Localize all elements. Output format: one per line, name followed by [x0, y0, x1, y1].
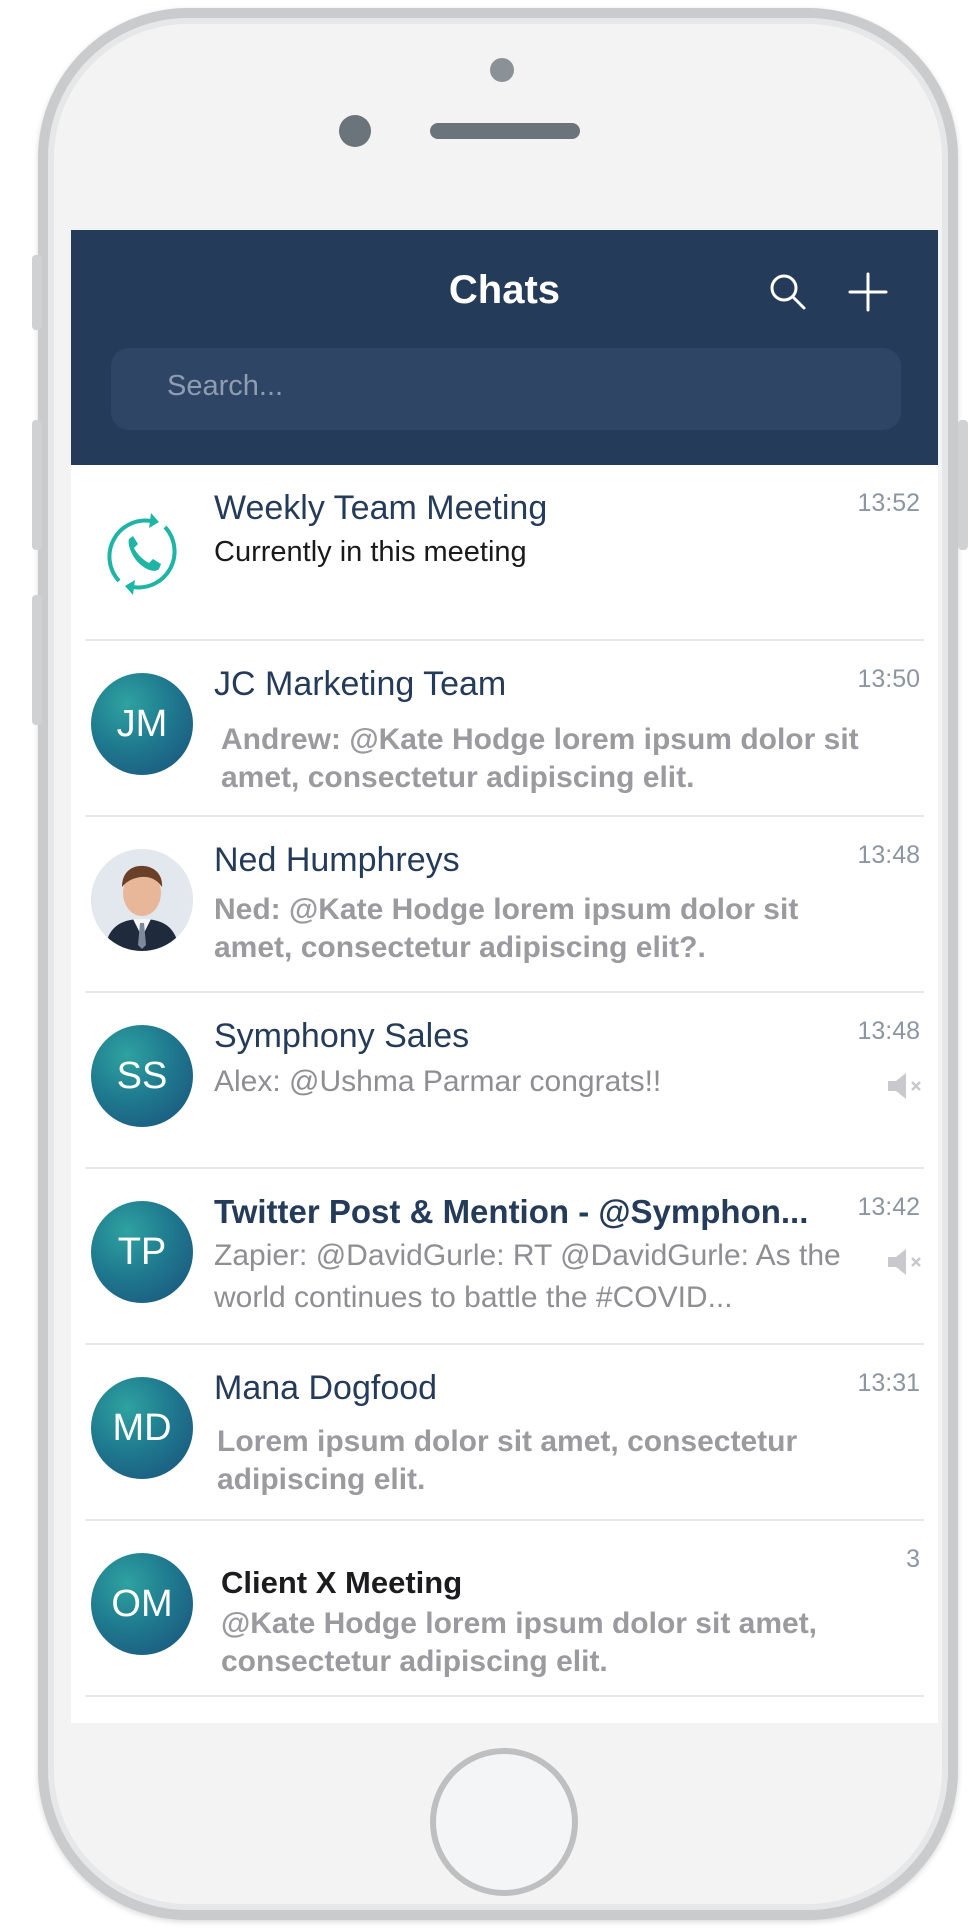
muted-speaker-icon [888, 1249, 921, 1275]
earpiece-speaker [430, 123, 580, 139]
chat-row-symphony-sales[interactable]: SS Symphony Sales 13:48 Alex: @Ushma Par… [71, 993, 938, 1169]
home-button[interactable] [430, 1748, 578, 1896]
chat-row-jc-marketing-team[interactable]: JM JC Marketing Team 13:50 Andrew: @Kate… [71, 641, 938, 817]
chat-row-weekly-team-meeting[interactable]: Weekly Team Meeting 13:52 Currently in t… [71, 465, 938, 641]
chat-time: 3 [906, 1545, 920, 1573]
search-input[interactable]: Search... [111, 348, 901, 430]
chat-name: Ned Humphreys [214, 841, 460, 879]
chat-preview: Ned: @Kate Hodge lorem ipsum dolor sit a… [214, 893, 799, 964]
avatar: OM [91, 1553, 193, 1655]
chat-name: Weekly Team Meeting [214, 489, 548, 527]
chat-time: 13:50 [857, 665, 920, 693]
chat-row-client-x-meeting[interactable]: OM Client X Meeting 3 @Kate Hodge lorem … [71, 1521, 938, 1697]
proximity-sensor [490, 58, 514, 82]
row-divider [85, 1695, 924, 1697]
chat-name: Client X Meeting [221, 1565, 463, 1600]
muted-speaker-icon [888, 1073, 921, 1099]
avatar: SS [91, 1025, 193, 1127]
chat-preview: Alex: @Ushma Parmar congrats!! [214, 1065, 662, 1098]
chat-name: Mana Dogfood [214, 1369, 438, 1407]
search-placeholder: Search... [167, 370, 284, 402]
chat-time: 13:31 [857, 1369, 920, 1397]
volume-down-button [32, 595, 42, 725]
chats-header: Chats Search... [71, 230, 938, 465]
plus-icon[interactable] [846, 270, 890, 314]
chat-time: 13:52 [857, 489, 920, 517]
chat-preview: Currently in this meeting [214, 536, 527, 568]
chat-time: 13:48 [857, 841, 920, 869]
chat-preview: @Kate Hodge lorem ipsum dolor sit amet, … [221, 1607, 818, 1678]
search-icon[interactable] [766, 270, 810, 314]
silent-switch [32, 255, 42, 330]
avatar: MD [91, 1377, 193, 1479]
chat-row-ned-humphreys[interactable]: Ned Humphreys 13:48 Ned: @Kate Hodge lor… [71, 817, 938, 993]
chat-preview: Zapier: @DavidGurle: RT @DavidGurle: As … [214, 1239, 841, 1314]
chat-name: JC Marketing Team [214, 665, 507, 703]
chat-row-twitter-post-mention[interactable]: TP Twitter Post & Mention - @Symphon... … [71, 1169, 938, 1345]
avatar: TP [91, 1201, 193, 1303]
chat-preview: Lorem ipsum dolor sit amet, consectetur … [217, 1425, 798, 1496]
chat-preview: Andrew: @Kate Hodge lorem ipsum dolor si… [221, 723, 859, 794]
chat-name: Symphony Sales [214, 1017, 470, 1055]
phone-call-icon [107, 513, 177, 595]
front-camera [339, 115, 371, 147]
chat-time: 13:42 [857, 1193, 920, 1221]
app-screen: Chats Search... Weekly Team Meeting 13:5… [71, 230, 938, 1723]
power-button [958, 420, 968, 550]
avatar [91, 849, 193, 951]
avatar [91, 503, 193, 605]
chat-time: 13:48 [857, 1017, 920, 1045]
chat-row-mana-dogfood[interactable]: MD Mana Dogfood 13:31 Lorem ipsum dolor … [71, 1345, 938, 1521]
avatar: JM [91, 673, 193, 775]
volume-up-button [32, 420, 42, 550]
chat-name: Twitter Post & Mention - @Symphon... [214, 1193, 809, 1230]
person-photo [91, 849, 193, 951]
